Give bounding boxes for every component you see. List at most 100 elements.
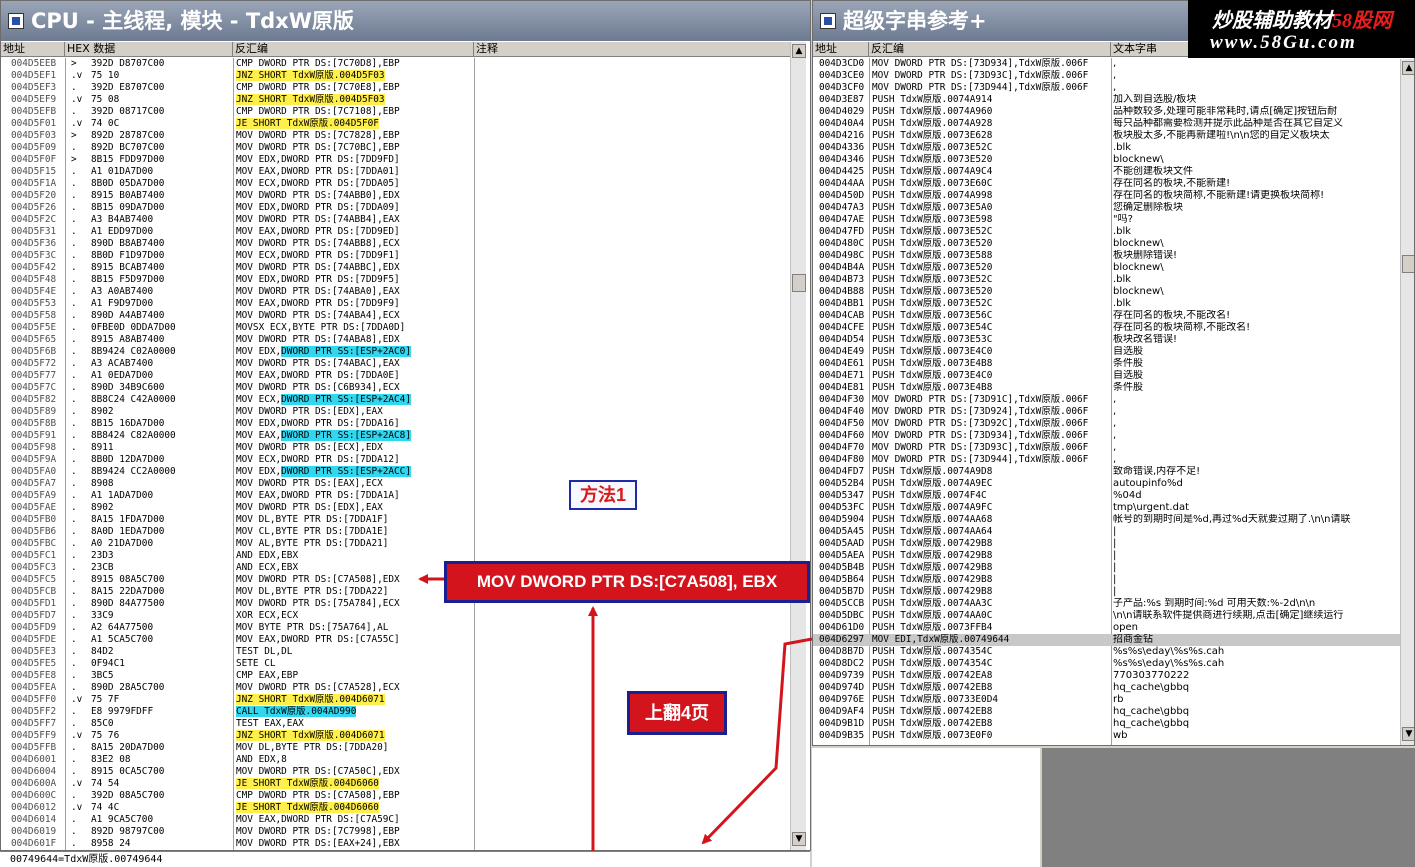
table-row[interactable]: 004D5EEB >392D D8707C00 CMP DWORD PTR DS:[… (1, 58, 790, 70)
table-row[interactable]: 004D9B1D PUSH TdxW原版.00742EB8 hq_cache\gbb… (813, 718, 1400, 730)
scroll-thumb[interactable] (1402, 255, 1414, 273)
table-row[interactable]: 004D5F15. A1 01DA7D00 MOV EAX,DWORD PTR DS… (1, 166, 790, 178)
table-row[interactable]: 004D8DC2 PUSH TdxW原版.0074354C %s%s\eday\%s… (813, 658, 1400, 670)
table-row[interactable]: 004D6004. 8915 0CA5C700 MOV DWORD PTR DS:[… (1, 766, 790, 778)
table-row[interactable]: 004D5FE8. 3BC5 CMP EAX,EBP (1, 670, 790, 682)
table-row[interactable]: 004D5FA7. 8908 MOV DWORD PTR DS:[EAX],ECX (1, 478, 790, 490)
table-row[interactable]: 004D4CAB PUSH TdxW原版.0073E56C 存在同名的板块,不能改名… (813, 310, 1400, 322)
table-row[interactable]: 004D5F77. A1 0EDA7D00 MOV EAX,DWORD PTR DS… (1, 370, 790, 382)
table-row[interactable]: 004D5B7D PUSH TdxW原版.007429B8 | (813, 586, 1400, 598)
table-row[interactable]: 004D9B35 PUSH TdxW原版.0073E0F0 wb (813, 730, 1400, 742)
table-row[interactable]: 004D5FE3. 84D2 TEST DL,DL (1, 646, 790, 658)
header-disasm[interactable]: 反汇编 (869, 42, 1111, 57)
table-row[interactable]: 004D3CF0 MOV DWORD PTR DS:[73D944],TdxW原版… (813, 82, 1400, 94)
table-row[interactable]: 004D5CCB PUSH TdxW原版.0074AA3C 子产品:%s 到期时间:… (813, 598, 1400, 610)
table-row[interactable]: 004D6014. A1 9CA5C700 MOV EAX,DWORD PTR DS… (1, 814, 790, 826)
table-row[interactable]: 004D4336 PUSH TdxW原版.0073E52C .blk (813, 142, 1400, 154)
table-row[interactable]: 004D5AAD PUSH TdxW原版.007429B8 | (813, 538, 1400, 550)
table-row[interactable]: 004D5EF3. 392D E8707C00 CMP DWORD PTR DS:[… (1, 82, 790, 94)
table-row[interactable]: 004D5A45 PUSH TdxW原版.0074AA64 | (813, 526, 1400, 538)
table-row[interactable]: 004D4F50 MOV DWORD PTR DS:[73D92C],TdxW原版… (813, 418, 1400, 430)
table-row[interactable]: 004D5EF1 .v 75 10 JNZ SHORT TdxW原版.004D5F03 (1, 70, 790, 82)
table-row[interactable]: 004D40A4 PUSH TdxW原版.0074A928 每只品种都需要检测并提示… (813, 118, 1400, 130)
table-row[interactable]: 004D5F09. 892D BC707C00 MOV DWORD PTR DS:[… (1, 142, 790, 154)
table-row[interactable]: 004D5F4E. A3 A0AB7400 MOV DWORD PTR DS:[74… (1, 286, 790, 298)
header-disasm[interactable]: 反汇编 (233, 42, 474, 57)
table-row[interactable]: 004D5FA0. 8B9424 CC2A0000 MOV EDX,DWORD PT… (1, 466, 790, 478)
table-row[interactable]: 004D5EF9 .v 75 08 JNZ SHORT TdxW原版.004D5F03 (1, 94, 790, 106)
table-row[interactable]: 004D600C. 392D 08A5C700 CMP DWORD PTR DS:[… (1, 790, 790, 802)
cpu-window-titlebar[interactable]: CPU - 主线程, 模块 - TdxW原版 (1, 1, 810, 41)
cpu-vertical-scrollbar[interactable]: ▲ ▼ (790, 42, 806, 850)
table-row[interactable]: 004D5FD9. A2 64A77500 MOV BYTE PTR DS:[75A… (1, 622, 790, 634)
table-row[interactable]: 004D4346 PUSH TdxW原版.0073E520 blocknew\ (813, 154, 1400, 166)
table-row[interactable]: 004D5F31. A1 EDD97D00 MOV EAX,DWORD PTR DS… (1, 226, 790, 238)
header-address[interactable]: 地址 (813, 42, 869, 57)
header-address[interactable]: 地址 (1, 42, 65, 57)
table-row[interactable]: 004D5F03 >892D 28787C00 MOV DWORD PTR DS:[… (1, 130, 790, 142)
strings-vertical-scrollbar[interactable]: ▲ ▼ (1400, 59, 1414, 745)
string-reference-list[interactable]: 004D3CD0 MOV DWORD PTR DS:[73D934],TdxW原版… (813, 58, 1400, 742)
table-row[interactable]: 004D4BB1 PUSH TdxW原版.0073E52C .blk (813, 298, 1400, 310)
table-row[interactable]: 004D4CFE PUSH TdxW原版.0073E54C 存在同名的板块简称,不能… (813, 322, 1400, 334)
table-row[interactable]: 004D5F9A. 8B0D 12DA7D00 MOV ECX,DWORD PTR … (1, 454, 790, 466)
table-row[interactable]: 004D47A3 PUSH TdxW原版.0073E5A0 您确定删除板块 (813, 202, 1400, 214)
scroll-down-button[interactable]: ▼ (792, 832, 806, 846)
table-row[interactable]: 004D4D54 PUSH TdxW原版.0073E53C 板块改名错误! (813, 334, 1400, 346)
table-row[interactable]: 004D5F5E. 0FBE0D 0DDA7D00 MOVSX ECX,BYTE P… (1, 322, 790, 334)
table-row[interactable]: 004D5F26. 8B15 09DA7D00 MOV EDX,DWORD PTR … (1, 202, 790, 214)
table-row[interactable]: 004D4E71 PUSH TdxW原版.0073E4C0 自选股 (813, 370, 1400, 382)
table-row[interactable]: 004D47FD PUSH TdxW原版.0073E52C .blk (813, 226, 1400, 238)
header-comment[interactable]: 注释 (474, 42, 790, 57)
table-row[interactable]: 004D3CD0 MOV DWORD PTR DS:[73D934],TdxW原版… (813, 58, 1400, 70)
table-row[interactable]: 004D5F82. 8B8C24 C42A0000 MOV ECX,DWORD PT… (1, 394, 790, 406)
table-row[interactable]: 004D5F91. 8B8424 C82A0000 MOV EAX,DWORD PT… (1, 430, 790, 442)
table-row[interactable]: 004D5F58. 890D A4AB7400 MOV DWORD PTR DS:[… (1, 310, 790, 322)
table-row[interactable]: 004D5EFB. 392D 08717C00 CMP DWORD PTR DS:[… (1, 106, 790, 118)
table-row[interactable]: 004D4B73 PUSH TdxW原版.0073E52C .blk (813, 274, 1400, 286)
table-row[interactable]: 004D5F1A. 8B0D 05DA7D00 MOV ECX,DWORD PTR … (1, 178, 790, 190)
table-row[interactable]: 004D6001. 83E2 08 AND EDX,8 (1, 754, 790, 766)
table-row[interactable]: 004D5B4B PUSH TdxW原版.007429B8 | (813, 562, 1400, 574)
table-row[interactable]: 004D4E49 PUSH TdxW原版.0073E4C0 自选股 (813, 346, 1400, 358)
table-row[interactable]: 004D4B4A PUSH TdxW原版.0073E520 blocknew\ (813, 262, 1400, 274)
table-row[interactable]: 004D5FA9. A1 1ADA7D00 MOV EAX,DWORD PTR DS… (1, 490, 790, 502)
table-row[interactable]: 004D5F98. 8911 MOV DWORD PTR DS:[ECX],EDX (1, 442, 790, 454)
table-row[interactable]: 004D53FC PUSH TdxW原版.0074A9FC tmp\urgent.d… (813, 502, 1400, 514)
table-row-selected[interactable]: 004D6297 MOV EDI,TdxW原版.00749644 招商金钻 (813, 634, 1400, 646)
scroll-thumb[interactable] (792, 274, 806, 292)
table-row[interactable]: 004D4FD7 PUSH TdxW原版.0074A9D8 致命错误,内存不足! (813, 466, 1400, 478)
table-row[interactable]: 004D5F0F >8B15 FDD97D00 MOV EDX,DWORD PTR … (1, 154, 790, 166)
table-row[interactable]: 004D4425 PUSH TdxW原版.0074A9C4 不能创建板块文件 (813, 166, 1400, 178)
table-row[interactable]: 004D4E61 PUSH TdxW原版.0073E4B8 条件股 (813, 358, 1400, 370)
scroll-up-button[interactable]: ▲ (792, 44, 806, 58)
table-row[interactable]: 004D5DBC PUSH TdxW原版.0074AA0C \n\n请联系软件提供商… (813, 610, 1400, 622)
table-row[interactable]: 004D5F53. A1 F9D97D00 MOV EAX,DWORD PTR DS… (1, 298, 790, 310)
table-row[interactable]: 004D9AF4 PUSH TdxW原版.00742EB8 hq_cache\gbb… (813, 706, 1400, 718)
table-row[interactable]: 004D5F20. 8915 B0AB7400 MOV DWORD PTR DS:[… (1, 190, 790, 202)
table-row[interactable]: 004D5F72. A3 ACAB7400 MOV DWORD PTR DS:[74… (1, 358, 790, 370)
table-row[interactable]: 004D4216 PUSH TdxW原版.0073E628 板块股太多,不能再新建啦… (813, 130, 1400, 142)
table-row[interactable]: 004D5FE5. 0F94C1 SETE CL (1, 658, 790, 670)
table-row[interactable]: 004D5F7C. 890D 34B9C600 MOV DWORD PTR DS:[… (1, 382, 790, 394)
table-row[interactable]: 004D5FB0. 8A15 1FDA7D00 MOV DL,BYTE PTR DS… (1, 514, 790, 526)
table-row[interactable]: 004D5F36. 890D B8AB7400 MOV DWORD PTR DS:[… (1, 238, 790, 250)
table-row[interactable]: 004D4F40 MOV DWORD PTR DS:[73D924],TdxW原版… (813, 406, 1400, 418)
table-row[interactable]: 004D498C PUSH TdxW原版.0073E588 板块删除错误! (813, 250, 1400, 262)
table-row[interactable]: 004D4F30 MOV DWORD PTR DS:[73D91C],TdxW原版… (813, 394, 1400, 406)
table-row[interactable]: 004D5F6B. 8B9424 C02A0000 MOV EDX,DWORD PT… (1, 346, 790, 358)
table-row[interactable]: 004D5FBC. A0 21DA7D00 MOV AL,BYTE PTR DS:[… (1, 538, 790, 550)
table-row[interactable]: 004D3E87 PUSH TdxW原版.0074A914 加入到自选股/板块 (813, 94, 1400, 106)
table-row[interactable]: 004D5F8B. 8B15 16DA7D00 MOV EDX,DWORD PTR … (1, 418, 790, 430)
table-row[interactable]: 004D5F01 .v 74 0C JE SHORT TdxW原版.004D5F0F (1, 118, 790, 130)
scroll-up-button[interactable]: ▲ (1402, 61, 1414, 75)
table-row[interactable]: 004D4F60 MOV DWORD PTR DS:[73D934],TdxW原版… (813, 430, 1400, 442)
table-row[interactable]: 004D5FDE. A1 5CA5C700 MOV EAX,DWORD PTR DS… (1, 634, 790, 646)
table-row[interactable]: 004D601F. 8958 24 MOV DWORD PTR DS:[EAX+24… (1, 838, 790, 850)
table-row[interactable]: 004D3CE0 MOV DWORD PTR DS:[73D93C],TdxW原版… (813, 70, 1400, 82)
table-row[interactable]: 004D974D PUSH TdxW原版.00742EB8 hq_cache\gbb… (813, 682, 1400, 694)
table-row[interactable]: 004D52B4 PUSH TdxW原版.0074A9EC autoupinfo%d (813, 478, 1400, 490)
table-row[interactable]: 004D9739 PUSH TdxW原版.00742EA8 770303770222 (813, 670, 1400, 682)
table-row[interactable]: 004D5FB6. 8A0D 1EDA7D00 MOV CL,BYTE PTR DS… (1, 526, 790, 538)
table-row[interactable]: 004D47AE PUSH TdxW原版.0073E598 "吗? (813, 214, 1400, 226)
